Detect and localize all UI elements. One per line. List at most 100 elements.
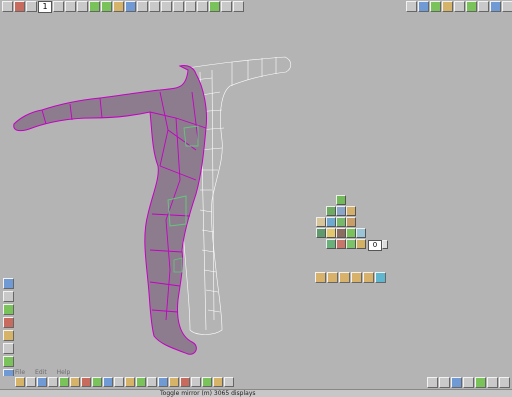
shelf-row-item-6[interactable] [375,272,386,283]
shelf-cell-7[interactable] [336,217,346,227]
scale-tool-icon[interactable] [173,1,184,12]
cylinder-icon[interactable] [26,377,36,387]
frame-input[interactable]: 1 [38,1,52,13]
solid-mesh [13,65,207,355]
light-icon[interactable] [466,1,477,12]
view-icon[interactable] [502,1,512,12]
shelf-cell-17[interactable] [356,239,366,249]
bottom-icons [15,377,235,387]
shelf-cell-8[interactable] [346,217,356,227]
shelf-cell-14[interactable] [326,239,336,249]
draw-icon[interactable] [3,278,14,289]
rotate-tool-icon[interactable] [161,1,172,12]
info-icon[interactable] [439,377,450,388]
play-button[interactable] [77,1,88,12]
redo-icon[interactable] [233,1,244,12]
bevel-icon[interactable] [92,377,102,387]
menu-help[interactable]: Help [57,369,71,376]
stack-icon[interactable] [463,377,474,388]
grid-icon[interactable] [490,1,501,12]
shelf-row [315,272,387,283]
sphere-icon[interactable] [37,377,47,387]
shelf-cell-5[interactable] [316,217,326,227]
shelf-row-item-5[interactable] [363,272,374,283]
subdivide-icon[interactable] [103,377,113,387]
shelf-row-item-3[interactable] [339,272,350,283]
help-icon[interactable] [427,377,438,388]
shelf-row-item-1[interactable] [315,272,326,283]
top-toolbar: 1 [0,0,512,14]
shelf-row-item-4[interactable] [351,272,362,283]
shelf-cell-1[interactable] [336,195,346,205]
cone-icon[interactable] [48,377,58,387]
script-icon[interactable] [224,377,234,387]
key-button[interactable] [101,1,112,12]
move-tool-icon[interactable] [149,1,160,12]
shelf-cell-11[interactable] [336,228,346,238]
wire-icon[interactable] [197,1,208,12]
snap-icon[interactable] [185,1,196,12]
timeline-icon[interactable] [125,1,136,12]
select-tool-icon[interactable] [137,1,148,12]
view-controls [406,1,512,13]
render-icon[interactable] [442,1,453,12]
layers-icon[interactable] [451,377,462,388]
morph-icon[interactable] [169,377,179,387]
shelf-row-item-2[interactable] [327,272,338,283]
mirror-icon[interactable] [136,377,146,387]
shelf-cell-16[interactable] [346,239,356,249]
menu-button[interactable] [2,1,13,12]
menu-edit[interactable]: Edit [35,369,47,376]
cube-icon[interactable] [478,1,489,12]
shelf-cell-3[interactable] [336,206,346,216]
keyframe-icon[interactable] [113,1,124,12]
output-icon[interactable] [475,377,486,388]
shelf-cell-4[interactable] [346,206,356,216]
shelf-cell-10[interactable] [326,228,336,238]
prev-frame-button[interactable] [26,1,37,12]
hair-icon[interactable] [191,377,201,387]
shelf-cell-12[interactable] [346,228,356,238]
select-icon[interactable] [3,291,14,302]
shelf-cell-6[interactable] [326,217,336,227]
playback-controls: 1 [2,1,245,13]
menu-file[interactable]: File [15,369,25,376]
knife-icon[interactable] [125,377,135,387]
cloth-icon[interactable] [202,377,212,387]
sculpt-icon[interactable] [3,304,14,315]
shelf-value-input[interactable]: 0 [368,240,382,251]
shelf-cell-9[interactable] [316,228,326,238]
particle-icon[interactable] [213,377,223,387]
camera-icon[interactable] [418,1,429,12]
viewport-3d[interactable] [0,14,512,376]
weld-icon[interactable] [114,377,124,387]
next-frame-button[interactable] [53,1,64,12]
plane-icon[interactable] [70,377,80,387]
record-button[interactable] [14,1,25,12]
bottom-toolbar: File Edit Help [0,369,512,389]
figure-icon[interactable] [180,377,190,387]
primitive-icon[interactable] [15,377,25,387]
perspective-view-icon[interactable] [406,1,417,12]
torus-icon[interactable] [59,377,69,387]
skin-icon[interactable] [158,377,168,387]
shelf-cell-2[interactable] [326,206,336,216]
shelf-cell-15[interactable] [336,239,346,249]
texture-icon[interactable] [454,1,465,12]
end-icon[interactable] [499,377,510,388]
measure-icon[interactable] [3,343,14,354]
landscape-icon[interactable] [3,356,14,367]
material-icon[interactable] [3,317,14,328]
shelf-cell-13[interactable] [356,228,366,238]
undo-icon[interactable] [221,1,232,12]
loop-button[interactable] [89,1,100,12]
extrude-icon[interactable] [81,377,91,387]
shelf-arrow-icon[interactable] [382,240,388,249]
paint-icon[interactable] [430,1,441,12]
smooth-icon[interactable] [3,330,14,341]
arrow-right-icon[interactable] [487,377,498,388]
bone-icon[interactable] [147,377,157,387]
play-reverse-button[interactable] [65,1,76,12]
modeling-icon[interactable] [209,1,220,12]
character-model [13,56,292,355]
